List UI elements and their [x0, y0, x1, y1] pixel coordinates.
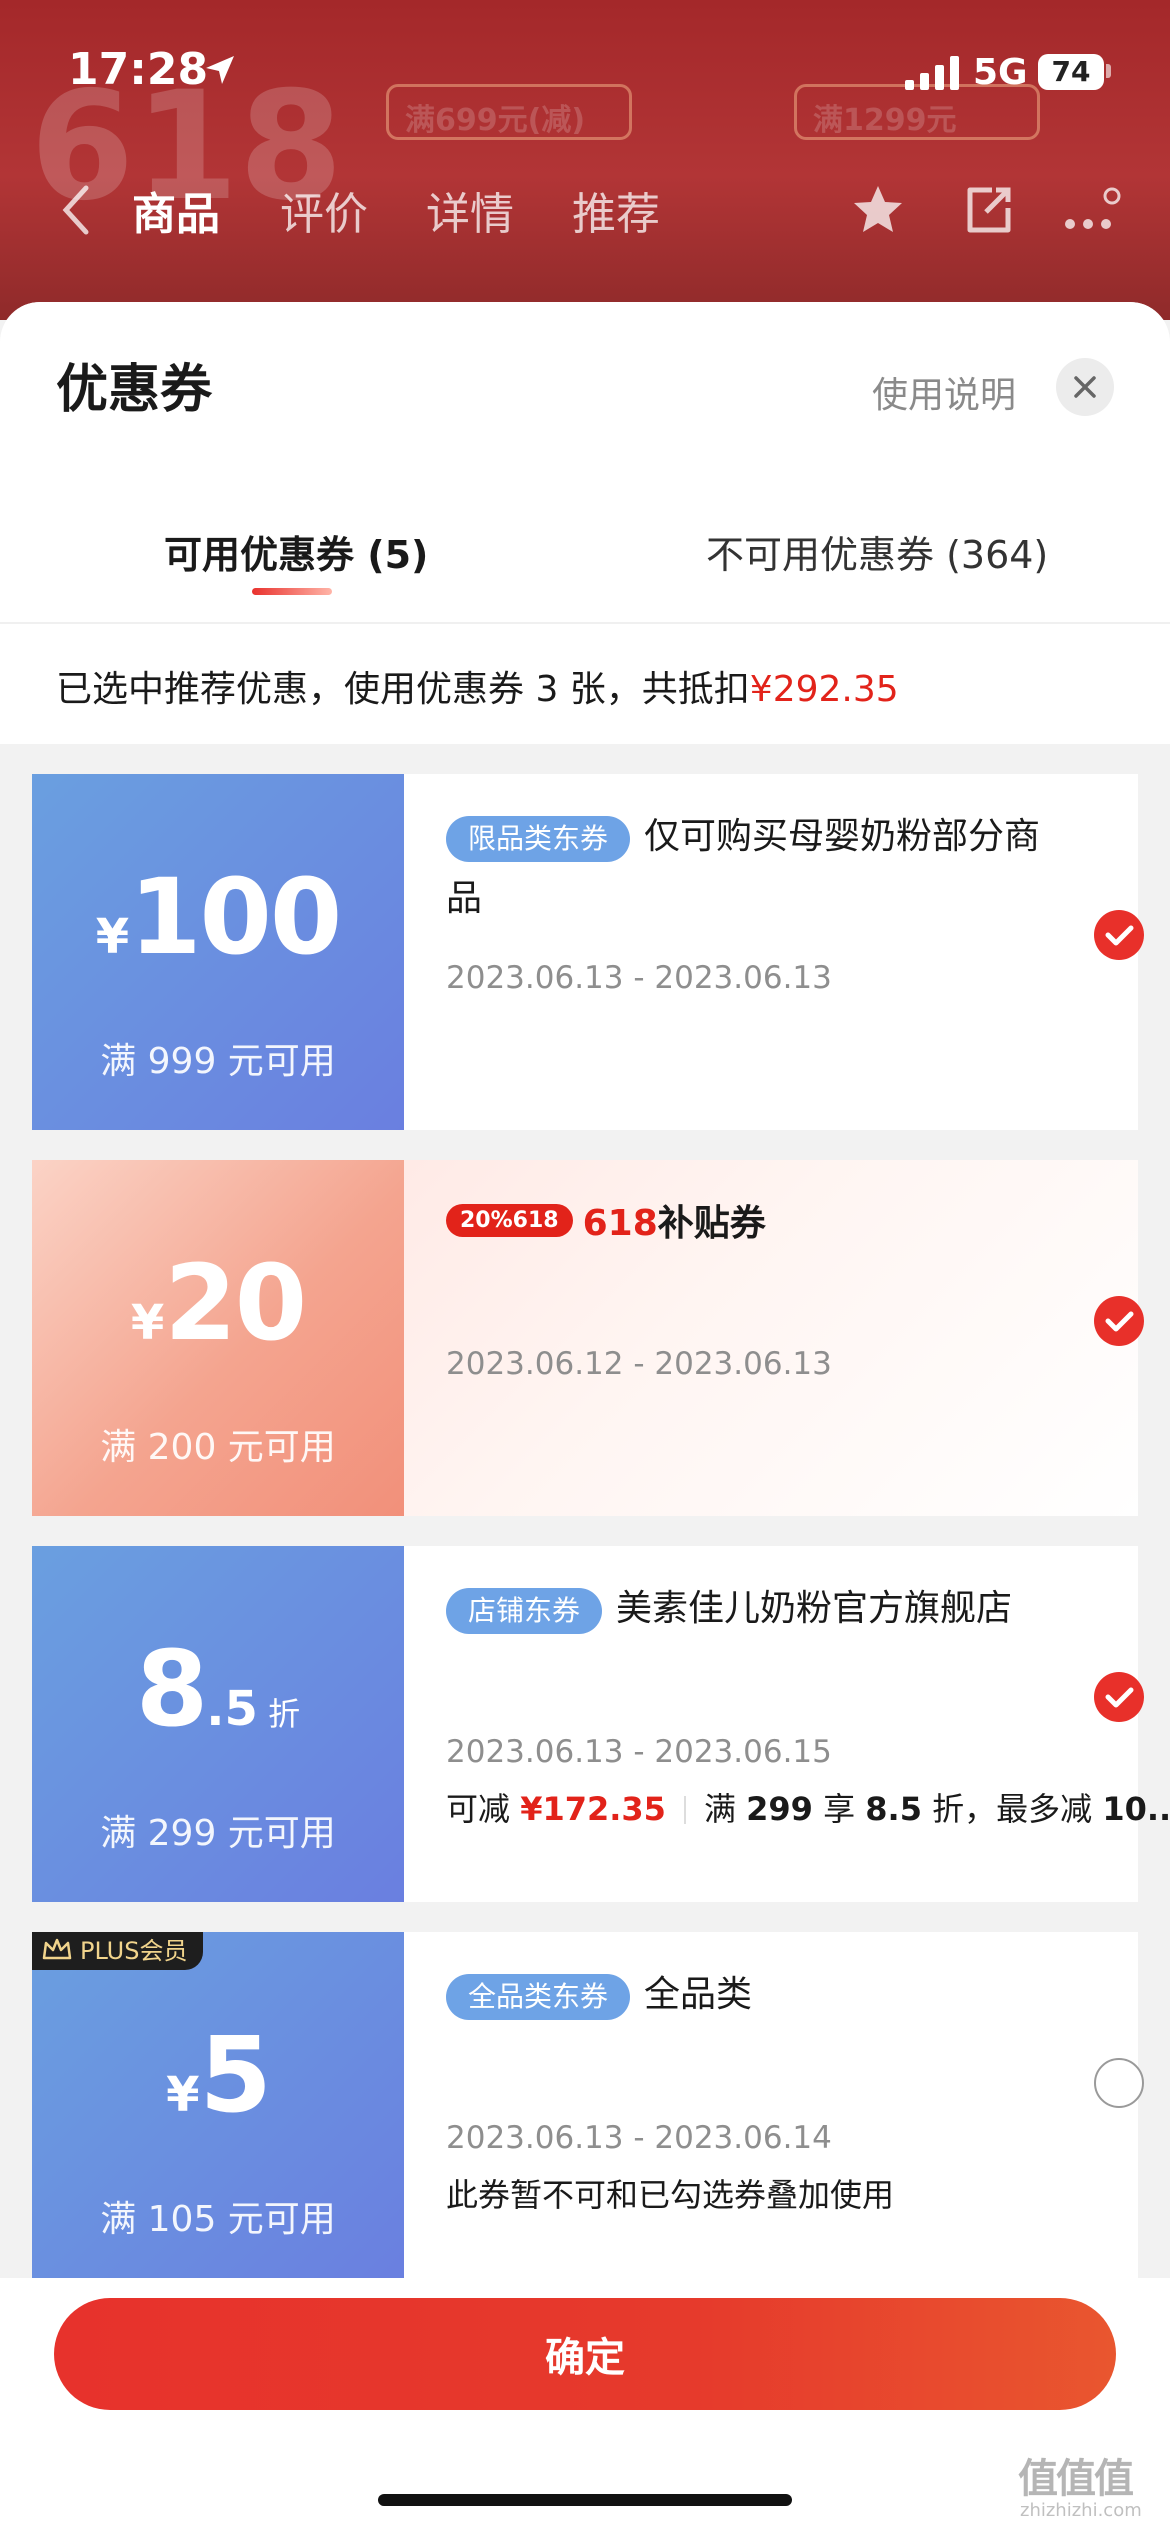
coupon-info: 店铺东券 美素佳儿奶粉官方旗舰店 2023.06.13 - 2023.06.15 … — [404, 1546, 1170, 1902]
check-icon — [1105, 1687, 1134, 1708]
watermark-domain: zhizhizhi.com — [1020, 2500, 1142, 2521]
nav-tab-details[interactable]: 详情 — [426, 178, 514, 242]
star-icon[interactable] — [848, 180, 908, 240]
battery-icon: 74 — [1038, 54, 1104, 90]
subsidy-badge: 20%618 618补贴券 — [446, 1194, 766, 1246]
coupon-condition: 满 105 元可用 — [100, 2199, 336, 2240]
coupon-title: 全品类东券 全品类 — [446, 1964, 1066, 2026]
coupon-value-panel: ¥20 满 200 元可用 — [26, 1160, 404, 1516]
share-icon[interactable] — [958, 180, 1018, 240]
coupon-savings: 可减 ¥172.35满 299 享 8.5 折，最多减 10... — [446, 1790, 1170, 1828]
coupon-date: 2023.06.12 - 2023.06.13 — [446, 1346, 832, 1382]
coupon-info: 限品类东券 仅可购买母婴奶粉部分商品 2023.06.13 - 2023.06.1… — [404, 774, 1144, 1130]
coupon-value: ¥100 — [95, 856, 343, 978]
coupon-info: 全品类东券 全品类 2023.06.13 - 2023.06.14 此券暂不可和已… — [404, 1932, 1144, 2288]
coupon-tag: 全品类东券 — [446, 1974, 631, 2020]
coupon-value: ¥20 — [130, 1242, 307, 1364]
more-icon[interactable] — [1062, 180, 1122, 240]
coupon-title: 店铺东券 美素佳儿奶粉官方旗舰店 — [446, 1578, 1066, 1640]
coupon-sheet: 优惠券 使用说明 可用优惠券 (5) 不可用优惠券 (364) 已选中推荐优惠，… — [0, 302, 1170, 2532]
tab-available-coupons[interactable]: 可用优惠券 (5) — [164, 524, 428, 579]
coupon-condition: 满 299 元可用 — [100, 1813, 336, 1854]
nav-tab-reviews[interactable]: 评价 — [280, 178, 368, 242]
coupon-info: 20%618 618补贴券 2023.06.12 - 2023.06.13 — [404, 1160, 1144, 1516]
coupon-date: 2023.06.13 - 2023.06.15 — [446, 1734, 832, 1770]
active-tab-indicator — [252, 588, 332, 595]
discount-summary: 已选中推荐优惠，使用优惠券 3 张，共抵扣¥292.35 — [56, 660, 899, 712]
coupon-checkbox-unchecked[interactable] — [1094, 2058, 1144, 2108]
coupon-card[interactable]: ¥100 满 999 元可用 限品类东券 仅可购买母婴奶粉部分商品 2023.06… — [26, 774, 1144, 1130]
sheet-title: 优惠券 — [56, 360, 213, 420]
confirm-button[interactable]: 确定 — [54, 2298, 1116, 2410]
coupon-date: 2023.06.13 - 2023.06.14 — [446, 2120, 832, 2156]
plus-member-badge: PLUS会员 — [32, 1932, 204, 1970]
coupon-tag: 限品类东券 — [446, 816, 631, 862]
coupon-card[interactable]: PLUS会员 ¥5 满 105 元可用 全品类东券 全品类 2023.06.13 … — [26, 1932, 1144, 2288]
product-nav-bar: 商品 评价 详情 推荐 — [0, 160, 1170, 256]
sheet-header: 优惠券 使用说明 可用优惠券 (5) 不可用优惠券 (364) 已选中推荐优惠，… — [0, 302, 1170, 744]
close-button[interactable] — [1056, 358, 1114, 416]
clock: 17:28 — [68, 44, 209, 95]
coupon-value: ¥5 — [166, 2014, 272, 2136]
coupon-card[interactable]: 8.5 折 满 299 元可用 店铺东券 美素佳儿奶粉官方旗舰店 2023.06.… — [26, 1546, 1170, 1902]
status-bar: 17:28 5G 74 — [0, 0, 1170, 150]
coupon-condition: 满 200 元可用 — [100, 1427, 336, 1468]
location-arrow-icon — [206, 56, 234, 84]
check-icon — [1105, 1311, 1134, 1332]
bottom-action-bar: 确定 — [0, 2278, 1170, 2532]
coupon-card[interactable]: ¥20 满 200 元可用 20%618 618补贴券 2023.06.12 -… — [26, 1160, 1144, 1516]
usage-instructions-link[interactable]: 使用说明 — [872, 366, 1016, 418]
coupon-date: 2023.06.13 - 2023.06.13 — [446, 960, 832, 996]
badge-text: 618补贴券 — [582, 1203, 766, 1244]
coupon-value: 8.5 折 — [135, 1628, 301, 1750]
watermark-logo: 值值值 — [1018, 2456, 1134, 2502]
back-icon[interactable] — [56, 182, 96, 238]
close-icon — [1074, 376, 1096, 398]
divider — [0, 622, 1170, 624]
tab-unavailable-coupons[interactable]: 不可用优惠券 (364) — [706, 524, 1048, 579]
coupon-tag: 店铺东券 — [446, 1588, 603, 1634]
summary-amount: ¥292.35 — [749, 669, 899, 710]
signal-icon — [905, 56, 959, 90]
coupon-checkbox-checked[interactable] — [1094, 1672, 1144, 1722]
home-indicator — [378, 2494, 792, 2506]
coupon-checkbox-checked[interactable] — [1094, 910, 1144, 960]
network-type: 5G — [973, 52, 1028, 93]
nav-tab-recommend[interactable]: 推荐 — [572, 178, 660, 242]
coupon-value-panel: ¥5 满 105 元可用 — [26, 1932, 404, 2288]
coupon-value-panel: 8.5 折 满 299 元可用 — [26, 1546, 404, 1902]
battery-tip — [1106, 64, 1111, 78]
coupon-condition: 满 999 元可用 — [100, 1041, 336, 1082]
badge-pill: 20%618 — [446, 1203, 573, 1237]
coupon-value-panel: ¥100 满 999 元可用 — [26, 774, 404, 1130]
summary-text: 已选中推荐优惠，使用优惠券 3 张，共抵扣 — [56, 669, 750, 710]
coupon-title: 限品类东券 仅可购买母婴奶粉部分商品 — [446, 816, 1041, 919]
check-icon — [1105, 925, 1134, 946]
coupon-note: 此券暂不可和已勾选券叠加使用 — [446, 2176, 895, 2214]
coupon-checkbox-checked[interactable] — [1094, 1296, 1144, 1346]
crown-icon — [42, 1938, 72, 1960]
nav-tab-product[interactable]: 商品 — [132, 178, 220, 242]
